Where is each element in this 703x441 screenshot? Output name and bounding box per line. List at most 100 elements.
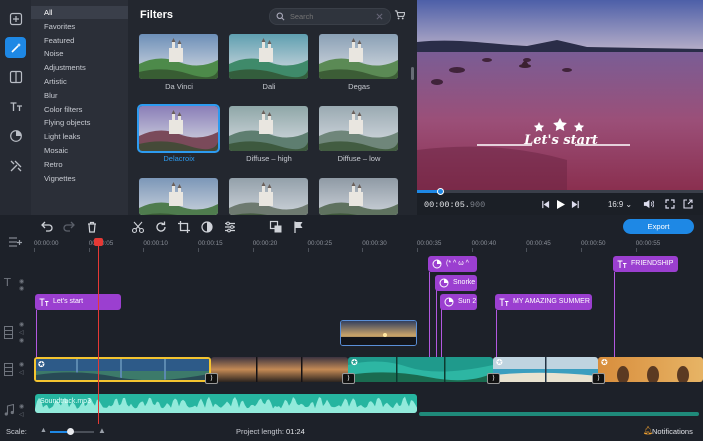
stickers-button[interactable] <box>5 125 26 146</box>
category-item[interactable]: Noise <box>31 47 128 60</box>
aspect-ratio-value: 16:9 <box>608 200 624 209</box>
previous-icon[interactable] <box>541 200 550 209</box>
filter-label: Dali <box>262 82 276 91</box>
add-track-icon[interactable] <box>8 236 22 248</box>
video-clip-reef[interactable]: ✪ <box>348 357 493 382</box>
scale-handle[interactable] <box>66 428 74 435</box>
category-list: All Favorites Featured Noise Adjustments Arti… <box>31 0 128 215</box>
rotate-icon[interactable] <box>154 220 168 234</box>
redo-icon[interactable] <box>62 220 76 234</box>
video-clip-friends[interactable]: ✪ <box>598 357 703 382</box>
search-input[interactable] <box>290 9 370 24</box>
music-track-controls-icon[interactable]: ◉ ◁ <box>19 403 24 419</box>
crop-icon[interactable] <box>177 220 191 234</box>
playhead-handle[interactable] <box>94 238 103 246</box>
delete-icon[interactable] <box>85 220 99 234</box>
filter-preview-image <box>319 106 398 151</box>
filter-thumbnail[interactable] <box>229 34 308 79</box>
search-box[interactable] <box>269 8 391 25</box>
video-clip-beach[interactable]: ✪ <box>493 357 598 382</box>
ruler-tick-label: 00:00:10 <box>143 240 168 247</box>
project-length-value: 01:24 <box>286 427 305 436</box>
filter-preview-image <box>319 34 398 79</box>
filter-thumbnail[interactable] <box>139 34 218 79</box>
clear-search-icon[interactable] <box>376 13 383 20</box>
title-clip-summer[interactable]: MY AMAZING SUMMER <box>495 294 592 310</box>
category-item[interactable]: Mosaic <box>31 144 128 157</box>
category-item[interactable]: All <box>31 6 128 19</box>
notifications-link[interactable]: Notifications <box>652 427 693 436</box>
play-icon[interactable] <box>556 199 566 210</box>
ruler-tick-label: 00:00:50 <box>581 240 606 247</box>
transitions-button[interactable] <box>5 66 26 87</box>
playhead[interactable] <box>98 238 99 424</box>
filters-button[interactable] <box>5 37 26 58</box>
video-clip-pier[interactable] <box>211 357 348 382</box>
category-item[interactable]: Adjustments <box>31 61 128 74</box>
seek-bar[interactable] <box>417 188 703 195</box>
marker-flag-icon[interactable] <box>292 220 306 234</box>
overlay-track-icon <box>4 326 13 339</box>
transition-marker[interactable]: ⟩ <box>205 373 218 384</box>
ruler-tick-label: 00:00:30 <box>362 240 387 247</box>
undo-icon[interactable] <box>40 220 54 234</box>
title-clip-friendship[interactable]: FRIENDSHIP <box>613 256 678 272</box>
title-track-visibility-icon[interactable]: ◉ ◉ <box>19 278 24 292</box>
next-icon[interactable] <box>571 200 580 209</box>
volume-icon[interactable] <box>643 199 654 209</box>
video-track-controls-icon[interactable]: ◉ ◁ <box>19 361 24 377</box>
filter-preview-image <box>139 106 218 151</box>
category-item[interactable]: Blur <box>31 89 128 102</box>
filters-scrollbar[interactable] <box>411 67 414 80</box>
overlay-track-controls-icon[interactable]: ◉ ◁ ◉ <box>19 321 24 345</box>
detach-player-icon[interactable] <box>683 199 693 209</box>
cut-icon[interactable] <box>131 220 145 234</box>
category-item[interactable]: Color filters <box>31 103 128 116</box>
sticker-clip-emoticon[interactable]: (* ^ ω ^ <box>428 256 477 272</box>
filter-thumbnail[interactable] <box>229 178 308 215</box>
video-clip-castle[interactable]: ✪ <box>34 357 211 382</box>
store-cart-icon[interactable] <box>394 9 405 20</box>
transition-marker[interactable]: ⟩ <box>592 373 605 384</box>
export-button[interactable]: Export <box>623 219 694 234</box>
preview-player[interactable]: Let's start <box>417 0 703 190</box>
transition-marker[interactable]: ⟩ <box>487 373 500 384</box>
category-item[interactable]: Retro <box>31 158 128 171</box>
category-item[interactable]: Flying objects <box>31 116 128 129</box>
sticker-clip-snorkel[interactable]: Snorke <box>435 275 477 291</box>
filter-thumbnail[interactable] <box>137 104 220 153</box>
filter-thumbnail[interactable] <box>229 106 308 151</box>
clip-properties-icon[interactable] <box>223 220 237 234</box>
seek-handle[interactable] <box>436 188 444 195</box>
filter-label: Diffuse – low <box>337 154 381 163</box>
zoom-out-icon[interactable]: ▲ <box>40 427 47 434</box>
zoom-in-icon[interactable]: ▲ <box>98 426 106 435</box>
title-clip-lets-start[interactable]: Let's start <box>35 294 121 310</box>
overlay-clip-sunset[interactable] <box>340 320 417 346</box>
category-item[interactable]: Light leaks <box>31 130 128 143</box>
import-button[interactable] <box>5 8 26 29</box>
transition-marker[interactable]: ⟩ <box>342 373 355 384</box>
video-clip-thumbnail <box>348 357 493 382</box>
category-item[interactable]: Featured <box>31 34 128 47</box>
filter-thumbnail[interactable] <box>319 106 398 151</box>
sticker-clip-sun[interactable]: Sun 2 <box>440 294 477 310</box>
tools-button[interactable] <box>5 155 26 176</box>
color-adjust-icon[interactable] <box>200 220 214 234</box>
titles-button[interactable] <box>5 96 26 117</box>
aspect-ratio-select[interactable]: 16:9 ⌄ <box>608 200 632 209</box>
category-item[interactable]: Favorites <box>31 20 128 33</box>
scale-slider[interactable] <box>50 428 94 435</box>
category-item[interactable]: Artistic <box>31 75 128 88</box>
category-item[interactable]: Vignettes <box>31 172 128 185</box>
filter-thumbnail[interactable] <box>319 178 398 215</box>
filter-preview-image <box>319 178 398 215</box>
filter-thumbnail[interactable] <box>319 34 398 79</box>
filter-thumbnail[interactable] <box>139 178 218 215</box>
chevron-down-icon: ⌄ <box>625 200 632 209</box>
overlay-icon[interactable] <box>269 220 283 234</box>
fit-screen-icon[interactable] <box>665 199 675 209</box>
audio-clip-soundtrack[interactable]: Soundtrack.mp3 <box>35 394 417 413</box>
audio-clip-continued[interactable] <box>419 412 699 416</box>
sticker-icon <box>444 297 454 307</box>
